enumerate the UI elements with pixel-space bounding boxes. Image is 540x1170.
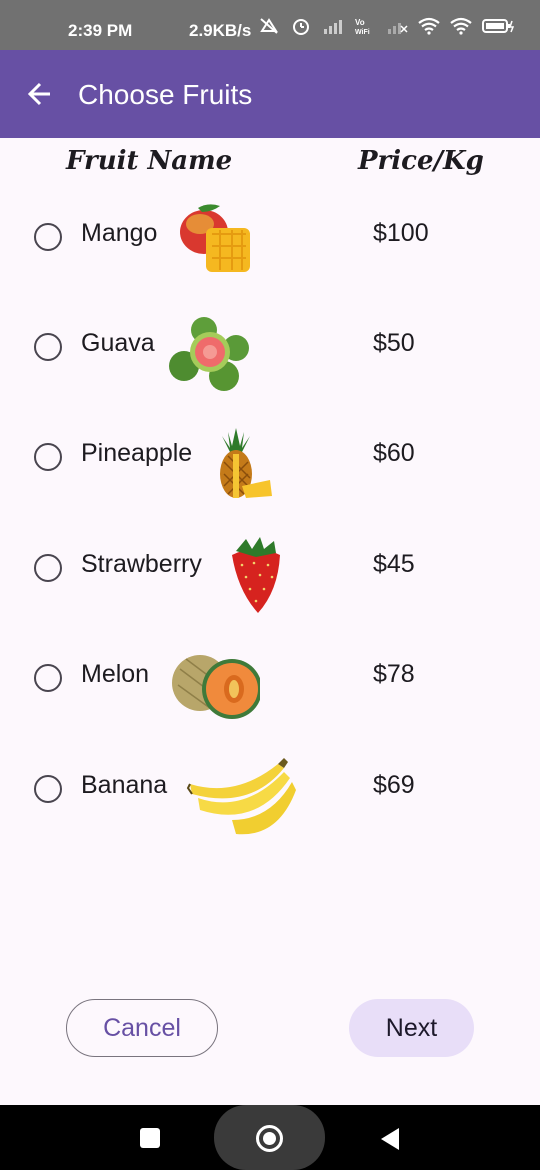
- cancel-button[interactable]: Cancel: [66, 999, 218, 1057]
- next-button[interactable]: Next: [349, 999, 474, 1057]
- fruit-row-strawberry[interactable]: Strawberry $45: [0, 523, 540, 613]
- radio-button-strawberry[interactable]: [34, 554, 62, 582]
- svg-text:Vo: Vo: [355, 18, 365, 27]
- radio-button-guava[interactable]: [34, 333, 62, 361]
- radio-button-mango[interactable]: [34, 223, 62, 251]
- wifi-icon: [418, 17, 440, 35]
- mute-icon: [258, 17, 280, 35]
- status-icons: Vo WiFi: [258, 17, 515, 36]
- recents-icon[interactable]: [140, 1128, 160, 1148]
- radio-button-banana[interactable]: [34, 775, 62, 803]
- fruit-name: Banana: [81, 771, 168, 799]
- status-time: 2:39 PM: [68, 21, 133, 40]
- fruit-row-pineapple[interactable]: Pineapple $60: [0, 412, 540, 502]
- back-button[interactable]: [22, 76, 58, 112]
- guava-image: [169, 317, 249, 391]
- status-net-speed: 2.9KB/s: [189, 21, 252, 40]
- pineapple-image: [220, 428, 272, 498]
- fruit-price: $100: [373, 219, 429, 247]
- arrow-back-icon: [27, 82, 50, 106]
- fruit-name: Melon: [81, 660, 150, 688]
- fruit-name: Pineapple: [81, 439, 193, 467]
- fruit-row-banana[interactable]: Banana $69: [0, 744, 540, 835]
- battery-icon: [482, 17, 515, 35]
- system-nav-bar: [0, 1105, 540, 1170]
- fruit-row-mango[interactable]: Mango $100: [0, 192, 540, 282]
- fruit-price: $60: [373, 439, 415, 467]
- fruit-price: $50: [373, 329, 415, 357]
- radio-button-melon[interactable]: [34, 664, 62, 692]
- fruit-name: Guava: [81, 329, 155, 357]
- vowifi-icon: Vo WiFi: [354, 17, 376, 36]
- back-icon[interactable]: [381, 1128, 399, 1150]
- melon-image: [172, 655, 260, 719]
- status-bar: 2:39 PM 2.9KB/s Vo WiFi: [0, 0, 540, 50]
- fruit-price: $69: [373, 771, 415, 799]
- banana-image: [186, 758, 296, 835]
- fruit-name: Strawberry: [81, 550, 202, 578]
- alarm-icon: [290, 17, 312, 35]
- hotspot-icon: [450, 17, 472, 35]
- column-header-price: Price/Kg: [358, 146, 484, 176]
- strawberry-image: [232, 537, 280, 613]
- svg-text:WiFi: WiFi: [355, 29, 370, 35]
- mango-image: [180, 204, 250, 272]
- fruit-row-guava[interactable]: Guava $50: [0, 302, 540, 392]
- home-icon[interactable]: [256, 1125, 283, 1152]
- fruit-price: $45: [373, 550, 415, 578]
- fruit-row-melon[interactable]: Melon $78: [0, 633, 540, 723]
- radio-button-pineapple[interactable]: [34, 443, 62, 471]
- fruit-name: Mango: [81, 219, 158, 247]
- page-title: Choose Fruits: [78, 79, 253, 110]
- app-bar: Choose Fruits: [0, 50, 540, 138]
- signal-off-icon: [386, 17, 408, 35]
- fruit-price: $78: [373, 660, 415, 688]
- signal-icon: [322, 17, 344, 35]
- column-header-fruit-name: Fruit Name: [66, 146, 233, 176]
